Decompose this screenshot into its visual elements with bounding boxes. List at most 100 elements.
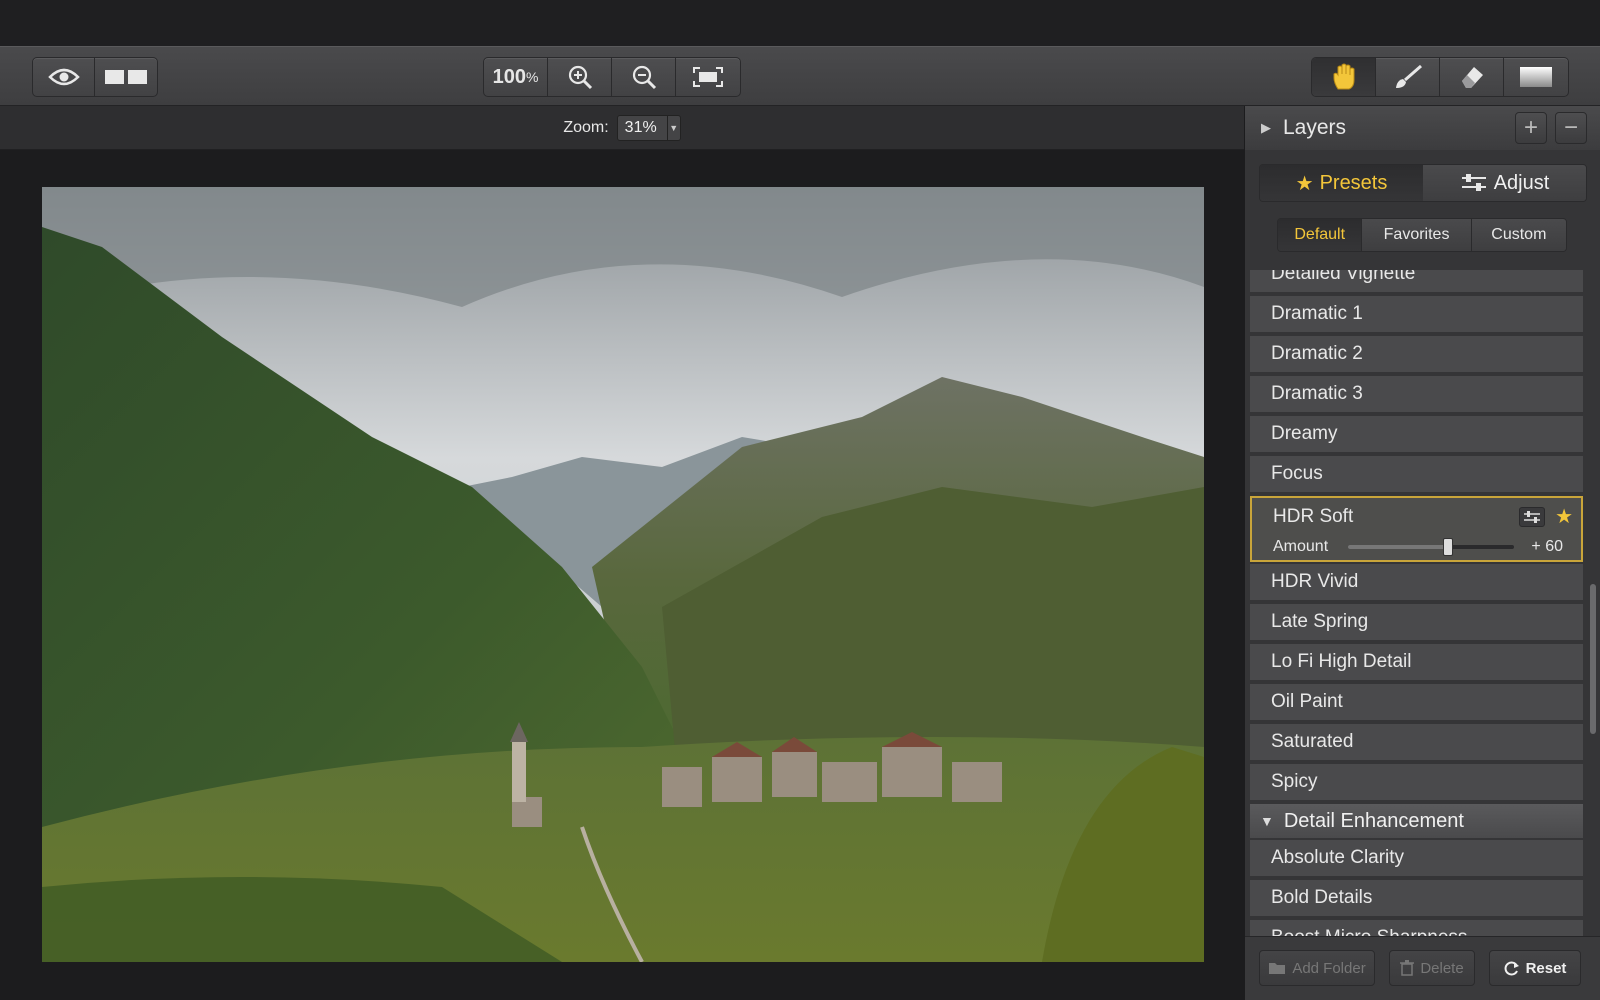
brush-icon	[1395, 64, 1422, 88]
tab-presets[interactable]: ★ Presets	[1260, 165, 1423, 201]
preview-toggle-button[interactable]	[33, 58, 95, 96]
chevron-right-icon: ▶	[1261, 120, 1271, 135]
delete-button[interactable]: Delete	[1389, 950, 1475, 986]
add-layer-button[interactable]: +	[1515, 112, 1547, 144]
preset-item-label: HDR Vivid	[1271, 571, 1359, 592]
amount-slider-fill	[1348, 545, 1448, 549]
amount-value: + 60	[1531, 538, 1563, 555]
preset-item[interactable]: Saturated	[1250, 724, 1583, 762]
sliders-icon	[1524, 510, 1541, 523]
panel-footer: Add Folder Delete Reset	[1245, 936, 1600, 1000]
preset-item[interactable]: Detailed Vignette	[1250, 270, 1583, 294]
window-titlebar	[0, 0, 1600, 46]
preset-item-selected[interactable]: HDR Soft ★ Amount + 60	[1250, 496, 1583, 562]
preset-item-label: Boost Micro Sharpness	[1271, 927, 1467, 936]
preset-item-label: Dramatic 3	[1271, 383, 1363, 404]
preset-item-label: Dramatic 1	[1271, 303, 1363, 324]
compare-view-button[interactable]	[95, 58, 157, 96]
hand-icon	[1333, 63, 1354, 90]
preset-item[interactable]: Absolute Clarity	[1250, 840, 1583, 878]
zoom-group: 100%	[483, 57, 741, 97]
trash-icon	[1400, 960, 1415, 976]
folder-icon	[1269, 963, 1286, 974]
view-mode-group	[32, 57, 158, 97]
tab-adjust[interactable]: Adjust	[1423, 165, 1586, 201]
preset-item[interactable]: HDR Vivid	[1250, 564, 1583, 602]
preset-item[interactable]: Lo Fi High Detail	[1250, 644, 1583, 682]
sliders-icon	[1461, 174, 1486, 191]
preset-item-label: Focus	[1271, 463, 1323, 484]
add-folder-button[interactable]: Add Folder	[1259, 950, 1375, 986]
favorite-star-icon[interactable]: ★	[1555, 504, 1573, 529]
amount-slider[interactable]	[1348, 538, 1515, 556]
chevron-down-icon: ▼	[666, 115, 680, 140]
zoom-100-unit: %	[525, 69, 539, 85]
preset-item[interactable]: Oil Paint	[1250, 684, 1583, 722]
zoom-in-button[interactable]	[548, 58, 612, 96]
eraser-icon	[1461, 67, 1483, 88]
gradient-icon	[1520, 67, 1552, 87]
preset-category-tabs: Default Favorites Custom	[1277, 218, 1567, 252]
panel-tabs: ★ Presets Adjust	[1259, 164, 1587, 202]
preset-item-label: Dreamy	[1271, 423, 1338, 444]
group-header-detail-enhancement[interactable]: ▼ Detail Enhancement	[1250, 804, 1583, 838]
side-panel: ▶ Layers + − ★ Presets Adjust Default Fav…	[1244, 106, 1600, 1000]
image-canvas[interactable]	[0, 150, 1244, 1000]
zoom-100-button[interactable]: 100%	[484, 58, 548, 96]
preset-item[interactable]: Bold Details	[1250, 880, 1583, 918]
preset-item[interactable]: Focus	[1250, 456, 1583, 494]
subtab-custom-label: Custom	[1491, 226, 1547, 243]
zoom-out-icon	[632, 65, 656, 90]
amount-slider-handle[interactable]	[1442, 538, 1453, 556]
preset-item-label: Bold Details	[1271, 887, 1373, 908]
preset-item[interactable]: Spicy	[1250, 764, 1583, 802]
zoom-out-button[interactable]	[612, 58, 676, 96]
preset-item-label: Oil Paint	[1271, 691, 1343, 712]
preset-item-label: Lo Fi High Detail	[1271, 651, 1412, 672]
amount-row: Amount + 60	[1273, 538, 1563, 556]
zoom-select-value: 31%	[624, 118, 657, 136]
preset-item[interactable]: Boost Micro Sharpness	[1250, 920, 1583, 936]
preset-adjust-button[interactable]	[1519, 506, 1546, 527]
subtab-favorites[interactable]: Favorites	[1362, 219, 1472, 251]
chevron-down-icon: ▼	[1260, 813, 1274, 829]
minus-icon: −	[1563, 114, 1578, 141]
preset-item[interactable]: Dreamy	[1250, 416, 1583, 454]
selected-preset-label: HDR Soft	[1273, 506, 1354, 527]
amount-label: Amount	[1273, 538, 1329, 555]
subtab-default-label: Default	[1294, 226, 1346, 243]
add-folder-label: Add Folder	[1292, 959, 1366, 977]
preset-item[interactable]: Late Spring	[1250, 604, 1583, 642]
zoom-select[interactable]: 31% ▼	[616, 114, 681, 141]
fit-screen-button[interactable]	[676, 58, 740, 96]
preset-list-scrollbar[interactable]	[1590, 584, 1596, 734]
group-title: Detail Enhancement	[1283, 809, 1464, 832]
remove-layer-button[interactable]: −	[1555, 112, 1587, 144]
preset-item[interactable]: Dramatic 3	[1250, 376, 1583, 414]
zoom-label: Zoom:	[563, 118, 609, 136]
subtab-default[interactable]: Default	[1278, 219, 1363, 251]
preset-list[interactable]: Detailed Vignette Dramatic 1 Dramatic 2 …	[1250, 270, 1583, 936]
fit-screen-icon	[693, 67, 723, 87]
preset-item-label: Saturated	[1271, 731, 1354, 752]
tab-adjust-label: Adjust	[1493, 171, 1550, 194]
subtab-custom[interactable]: Custom	[1471, 219, 1566, 251]
landscape-photo	[42, 187, 1204, 962]
brush-tool-button[interactable]	[1376, 58, 1440, 96]
preset-item[interactable]: Dramatic 1	[1250, 296, 1583, 334]
hand-tool-button[interactable]	[1312, 58, 1376, 96]
layers-header[interactable]: ▶ Layers + −	[1245, 106, 1600, 150]
refresh-icon	[1504, 961, 1519, 976]
reset-button[interactable]: Reset	[1489, 950, 1581, 986]
eraser-tool-button[interactable]	[1440, 58, 1504, 96]
gradient-tool-button[interactable]	[1504, 58, 1568, 96]
preset-item-label: Spicy	[1271, 771, 1318, 792]
tools-group	[1311, 57, 1569, 97]
eye-icon	[47, 68, 80, 86]
preset-item[interactable]: Dramatic 2	[1250, 336, 1583, 374]
subtab-favorites-label: Favorites	[1383, 226, 1450, 243]
layers-title: Layers	[1283, 116, 1347, 139]
plus-icon: +	[1523, 114, 1538, 141]
zoom-in-icon	[568, 65, 592, 90]
star-icon: ★	[1295, 172, 1314, 195]
